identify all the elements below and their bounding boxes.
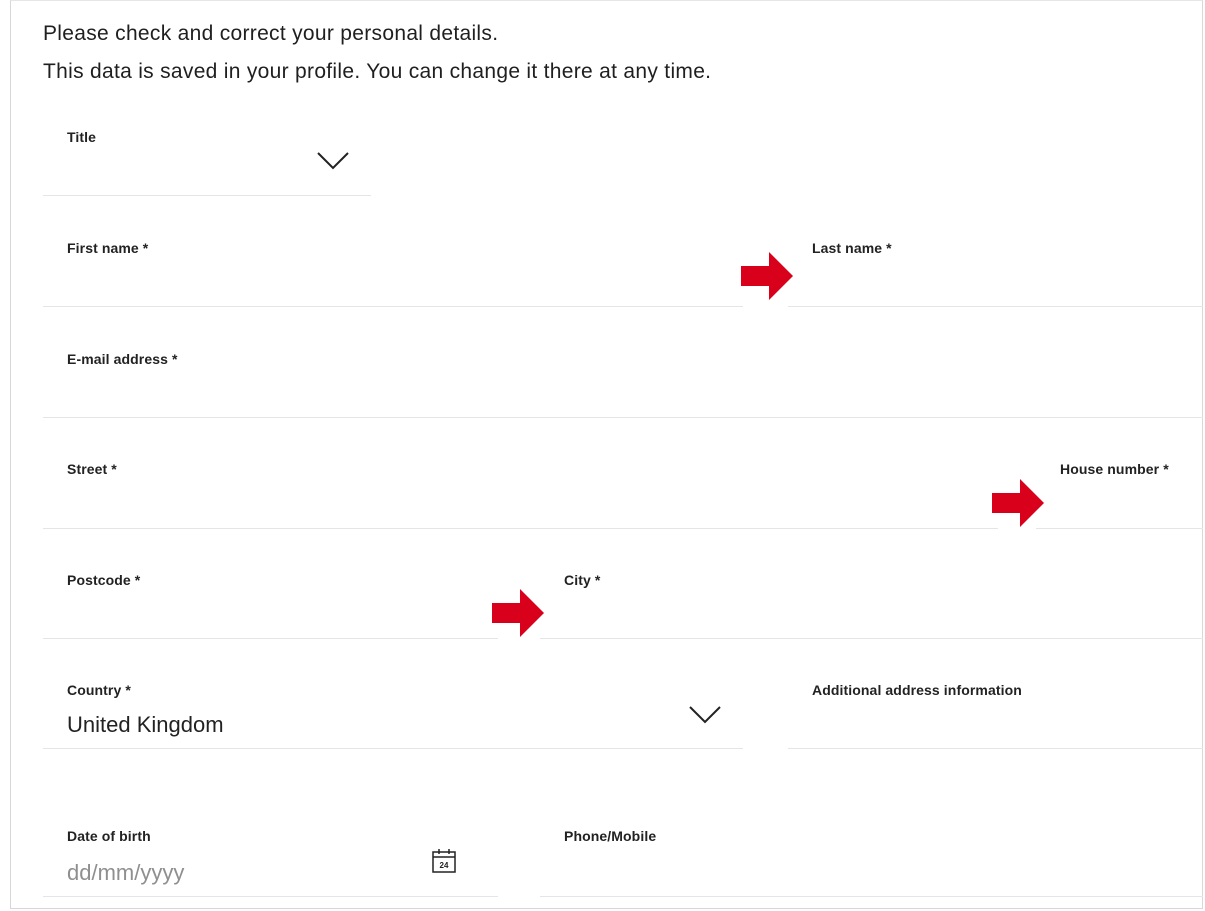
chevron-down-icon	[317, 152, 349, 170]
red-arrow-icon	[741, 252, 793, 300]
street-label: Street *	[67, 461, 117, 477]
intro-text-line-2: This data is saved in your profile. You …	[43, 60, 712, 83]
postcode-field[interactable]: Postcode *	[43, 562, 498, 639]
first-name-underline	[43, 306, 743, 307]
red-arrow-icon	[492, 589, 544, 637]
date-of-birth-field[interactable]: Date of birth 24	[43, 818, 498, 897]
additional-address-label: Additional address information	[812, 682, 1022, 698]
last-name-underline	[788, 306, 1203, 307]
postcode-input[interactable]	[67, 600, 467, 630]
city-underline	[540, 638, 1203, 639]
phone-input[interactable]	[564, 858, 1164, 888]
postcode-underline	[43, 638, 498, 639]
additional-address-field[interactable]: Additional address information	[788, 672, 1203, 749]
street-underline	[43, 528, 998, 529]
house-number-label: House number *	[1060, 461, 1169, 477]
last-name-input[interactable]	[812, 268, 1182, 298]
last-name-label: Last name *	[812, 240, 892, 256]
phone-field[interactable]: Phone/Mobile	[540, 818, 1203, 897]
city-label: City *	[564, 572, 601, 588]
country-underline	[43, 748, 743, 749]
street-input[interactable]	[67, 489, 967, 519]
phone-label: Phone/Mobile	[564, 828, 657, 844]
title-select[interactable]: Title	[43, 120, 371, 196]
city-field[interactable]: City *	[540, 562, 1203, 639]
last-name-field[interactable]: Last name *	[788, 230, 1203, 307]
calendar-day-number: 24	[440, 861, 449, 870]
title-label: Title	[67, 129, 97, 145]
date-of-birth-label: Date of birth	[67, 828, 151, 844]
postcode-label: Postcode *	[67, 572, 141, 588]
house-number-field[interactable]: House number *	[1036, 451, 1203, 529]
first-name-field[interactable]: First name *	[43, 230, 743, 307]
email-input[interactable]	[67, 379, 1167, 409]
first-name-input[interactable]	[67, 268, 707, 298]
calendar-icon[interactable]: 24	[431, 848, 457, 874]
date-of-birth-underline	[43, 896, 498, 897]
intro-text-line-1: Please check and correct your personal d…	[43, 22, 499, 45]
additional-address-underline	[788, 748, 1203, 749]
country-label: Country *	[67, 682, 131, 698]
chevron-down-icon	[689, 706, 721, 724]
country-select[interactable]: Country * United Kingdom	[43, 672, 743, 749]
red-arrow-icon	[992, 479, 1044, 527]
email-underline	[43, 417, 1203, 418]
city-input[interactable]	[564, 600, 1164, 630]
phone-underline	[540, 896, 1203, 897]
house-number-underline	[1036, 528, 1203, 529]
additional-address-input[interactable]	[812, 710, 1182, 740]
email-label: E-mail address *	[67, 351, 178, 367]
country-value: United Kingdom	[67, 712, 224, 737]
email-field[interactable]: E-mail address *	[43, 341, 1203, 418]
street-field[interactable]: Street *	[43, 451, 998, 529]
date-of-birth-input[interactable]	[67, 858, 397, 888]
first-name-label: First name *	[67, 240, 149, 256]
title-underline	[43, 195, 371, 196]
house-number-input[interactable]	[1060, 489, 1190, 519]
